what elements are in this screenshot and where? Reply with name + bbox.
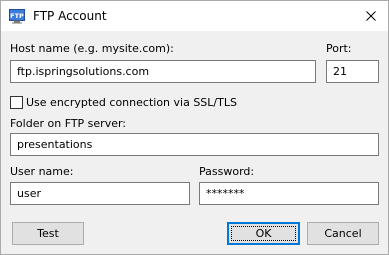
ssl-checkbox-label[interactable]: Use encrypted connection via SSL/TLS: [26, 96, 237, 110]
test-button[interactable]: Test: [12, 222, 84, 245]
folder-field[interactable]: presentations: [10, 133, 379, 156]
ftp-app-icon-text: FTP: [10, 12, 24, 20]
user-name-label: User name:: [10, 165, 74, 178]
cancel-button[interactable]: Cancel: [307, 222, 379, 245]
dialog-title: FTP Account: [33, 9, 107, 23]
password-label: Password:: [199, 165, 255, 178]
password-field[interactable]: *******: [199, 182, 379, 205]
folder-label: Folder on FTP server:: [10, 117, 127, 130]
close-icon: [366, 11, 376, 21]
ok-button[interactable]: OK: [227, 222, 300, 245]
ftp-account-dialog: FTP FTP Account Host name (e.g. mysite.c…: [0, 0, 389, 255]
ok-button-label: OK: [255, 227, 272, 240]
ftp-app-icon: FTP: [9, 9, 25, 24]
ssl-checkbox[interactable]: [10, 96, 23, 109]
port-label: Port:: [326, 42, 352, 55]
port-field[interactable]: 21: [326, 60, 379, 83]
host-name-label: Host name (e.g. mysite.com):: [10, 42, 174, 55]
close-button[interactable]: [354, 1, 388, 31]
user-name-field[interactable]: user: [10, 182, 190, 205]
title-bar[interactable]: FTP FTP Account: [1, 1, 388, 31]
host-name-field[interactable]: ftp.ispringsolutions.com: [10, 60, 316, 83]
